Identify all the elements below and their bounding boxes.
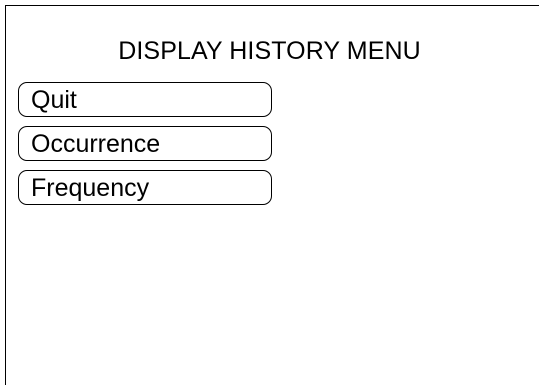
menu-list: Quit Occurrence Frequency — [18, 82, 272, 214]
quit-button[interactable]: Quit — [18, 82, 272, 117]
occurrence-button[interactable]: Occurrence — [18, 126, 272, 161]
frequency-button[interactable]: Frequency — [18, 170, 272, 205]
menu-title: DISPLAY HISTORY MENU — [118, 37, 421, 65]
